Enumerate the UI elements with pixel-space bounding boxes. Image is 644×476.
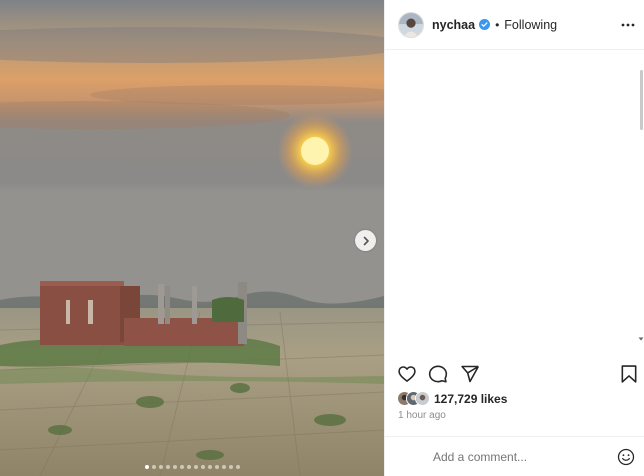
more-options-icon[interactable] (620, 17, 636, 33)
carousel-dot (200, 465, 205, 469)
comment-bubble-icon[interactable] (428, 364, 448, 384)
carousel-dots (0, 465, 384, 469)
verified-badge-icon (479, 19, 491, 30)
carousel-dot (151, 465, 156, 469)
carousel-dot (207, 465, 212, 469)
liker-avatars[interactable] (397, 391, 430, 406)
avatar[interactable] (398, 11, 424, 38)
carousel-dot (165, 465, 170, 469)
sunset-field-photo (0, 0, 384, 476)
following-button[interactable]: Following (504, 18, 557, 32)
header-separator: • (495, 17, 500, 32)
heart-icon[interactable] (397, 364, 417, 384)
carousel-dot (144, 465, 149, 469)
comment-bar (385, 436, 644, 476)
post-photo (0, 0, 384, 476)
carousel-dot (179, 465, 184, 469)
post-timestamp[interactable]: 1 hour ago (398, 410, 446, 421)
scroll-thumb[interactable] (640, 70, 643, 130)
carousel-dot (228, 465, 233, 469)
post-side-panel: nychaa • Following 127,729 likes 1 hour … (384, 0, 644, 476)
carousel-next-button[interactable] (355, 230, 376, 251)
post-actions (397, 364, 643, 386)
likes-row: 127,729 likes (397, 391, 507, 406)
carousel-dot (158, 465, 163, 469)
smiley-face-icon[interactable] (617, 448, 635, 466)
liker-avatar (415, 391, 430, 406)
comments-scrollbar[interactable] (640, 58, 644, 348)
paper-plane-icon[interactable] (460, 364, 480, 384)
carousel-dot (221, 465, 226, 469)
comment-input[interactable] (433, 449, 603, 464)
carousel-dot (186, 465, 191, 469)
likes-count[interactable]: 127,729 likes (434, 392, 507, 406)
bookmark-icon[interactable] (619, 364, 639, 384)
carousel-dot (193, 465, 198, 469)
carousel-dot (235, 465, 240, 469)
carousel-dot (214, 465, 219, 469)
post-header: nychaa • Following (385, 0, 644, 50)
username[interactable]: nychaa (432, 18, 475, 32)
avatar-image (399, 12, 423, 37)
scroll-down-arrow-icon[interactable] (638, 336, 644, 342)
carousel-dot (172, 465, 177, 469)
chevron-right-icon (363, 236, 369, 245)
comments-area (385, 51, 644, 356)
